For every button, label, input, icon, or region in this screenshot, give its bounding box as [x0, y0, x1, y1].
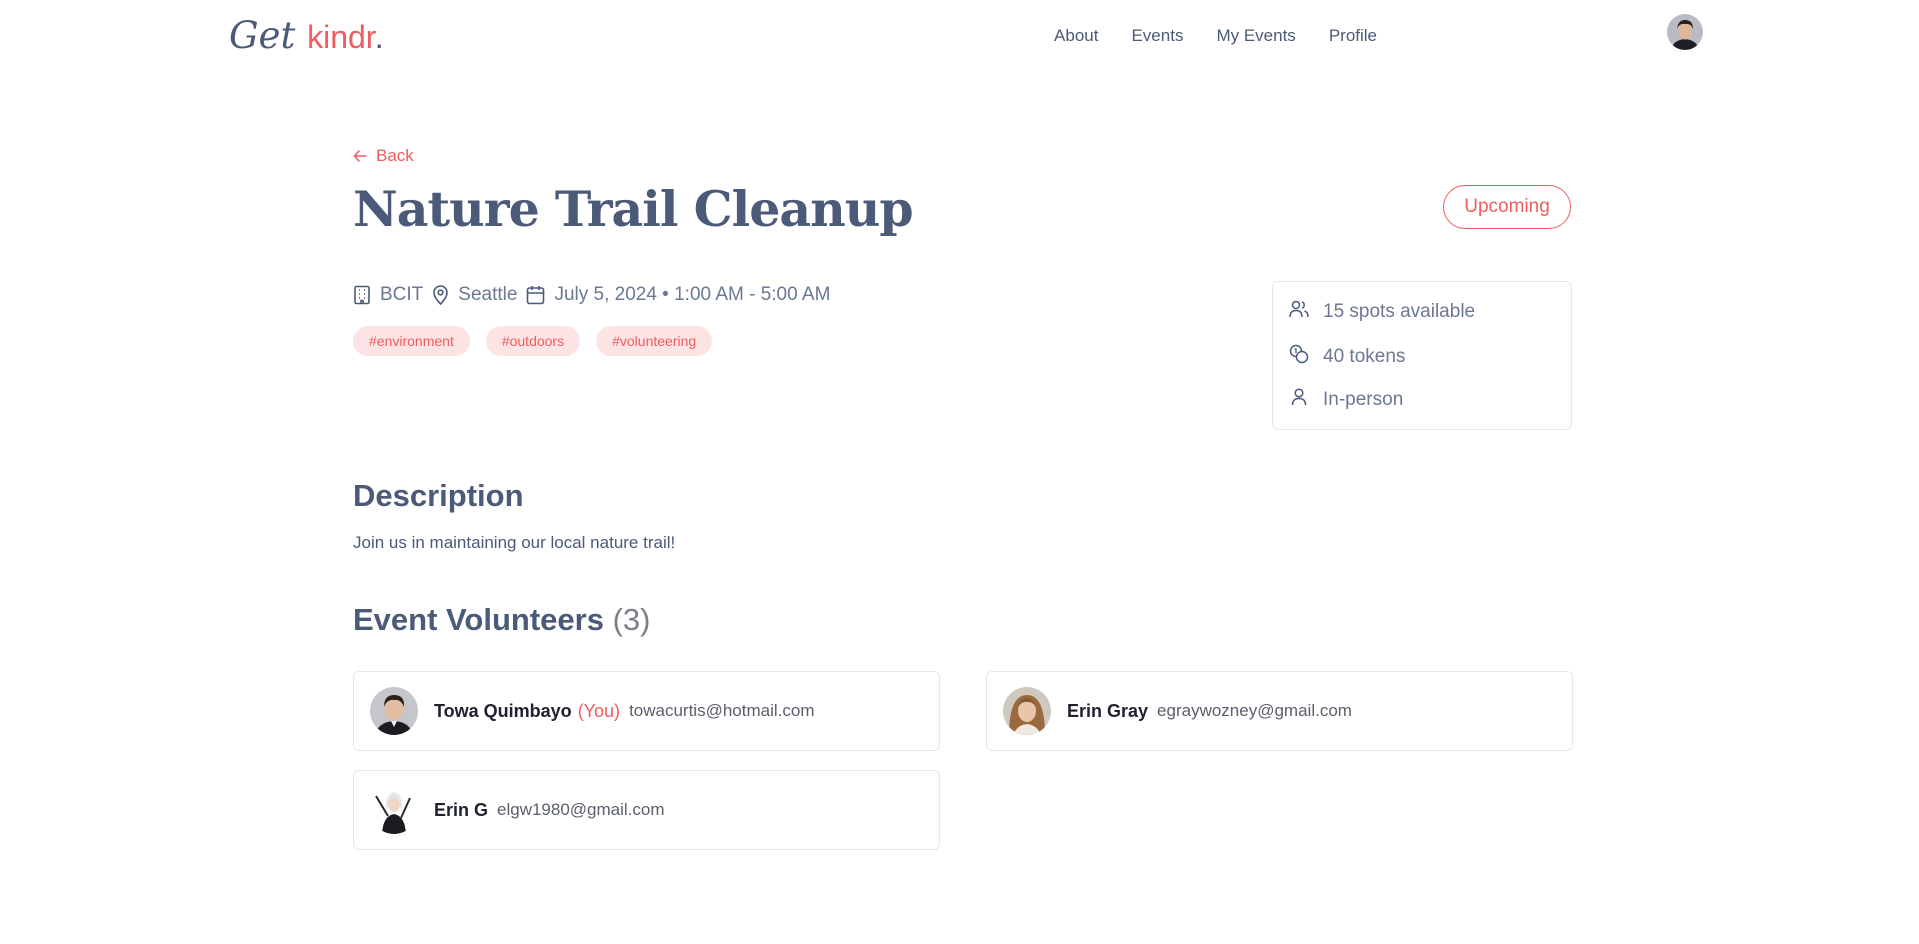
volunteers-heading-label: Event Volunteers [353, 602, 604, 637]
avatar-character-icon [370, 786, 418, 834]
event-datetime: July 5, 2024 • 1:00 AM - 5:00 AM [554, 284, 831, 305]
top-nav: About Events My Events Profile [1054, 26, 1377, 48]
volunteer-name: Erin G [434, 799, 489, 820]
calendar-icon [526, 285, 545, 305]
tag-chip[interactable]: #environment [353, 326, 470, 356]
spots-row: 15 spots available [1289, 300, 1475, 324]
map-pin-icon [432, 285, 449, 305]
nav-my-events[interactable]: My Events [1216, 26, 1295, 48]
volunteer-email: egraywozney@gmail.com [1157, 701, 1352, 720]
back-link[interactable]: Back [353, 146, 414, 166]
event-info-box: 15 spots available 40 tokens In-person [1272, 281, 1572, 430]
avatar-portrait-icon [1667, 14, 1703, 50]
nav-events[interactable]: Events [1131, 26, 1183, 48]
volunteer-card[interactable]: Erin G elgw1980@gmail.com [353, 770, 940, 850]
volunteer-name: Towa Quimbayo [434, 700, 572, 721]
logo-text-part2: kindr [307, 19, 375, 55]
description-text: Join us in maintaining our local nature … [353, 533, 676, 552]
avatar-portrait-icon [1003, 687, 1051, 735]
avatar [1003, 687, 1051, 735]
user-icon [1289, 388, 1309, 412]
volunteers-count: (3) [612, 602, 651, 637]
mode-row: In-person [1289, 388, 1403, 412]
event-organization: BCIT [380, 284, 424, 305]
user-avatar[interactable] [1667, 14, 1703, 50]
event-location: Seattle [458, 284, 518, 305]
description-heading: Description [353, 478, 524, 513]
volunteer-email: towacurtis@hotmail.com [629, 701, 815, 720]
avatar [370, 687, 418, 735]
arrow-left-icon [353, 150, 367, 162]
event-title: Nature Trail Cleanup [353, 180, 914, 238]
building-icon [353, 285, 371, 305]
status-badge: Upcoming [1443, 185, 1571, 229]
nav-about[interactable]: About [1054, 26, 1098, 48]
logo-dot: . [374, 19, 384, 55]
volunteer-card[interactable]: Towa Quimbayo (You) towacurtis@hotmail.c… [353, 671, 940, 751]
tokens-text: 40 tokens [1323, 346, 1406, 367]
volunteer-email: elgw1980@gmail.com [497, 800, 665, 819]
nav-profile[interactable]: Profile [1329, 26, 1377, 48]
coins-icon [1289, 344, 1309, 370]
mode-text: In-person [1323, 389, 1404, 410]
logo-text-part1: Get [229, 14, 296, 57]
spots-text: 15 spots available [1323, 301, 1476, 322]
avatar-portrait-icon [370, 687, 418, 735]
brand-logo[interactable]: Get kindr. [229, 14, 384, 59]
volunteers-heading: Event Volunteers (3) [353, 602, 650, 638]
you-label: (You) [577, 700, 621, 721]
users-icon [1289, 300, 1309, 324]
volunteer-name: Erin Gray [1067, 700, 1149, 721]
tag-chip[interactable]: #volunteering [596, 326, 713, 356]
volunteer-card[interactable]: Erin Gray egraywozney@gmail.com [986, 671, 1573, 751]
tokens-row: 40 tokens [1289, 344, 1405, 370]
back-label: Back [376, 146, 414, 165]
tag-list: #environment #outdoors #volunteering [353, 326, 713, 356]
tag-chip[interactable]: #outdoors [485, 326, 581, 356]
event-meta: BCIT Seattle July 5, 2024 • 1:00 AM - 5:… [353, 283, 839, 307]
avatar [370, 786, 418, 834]
